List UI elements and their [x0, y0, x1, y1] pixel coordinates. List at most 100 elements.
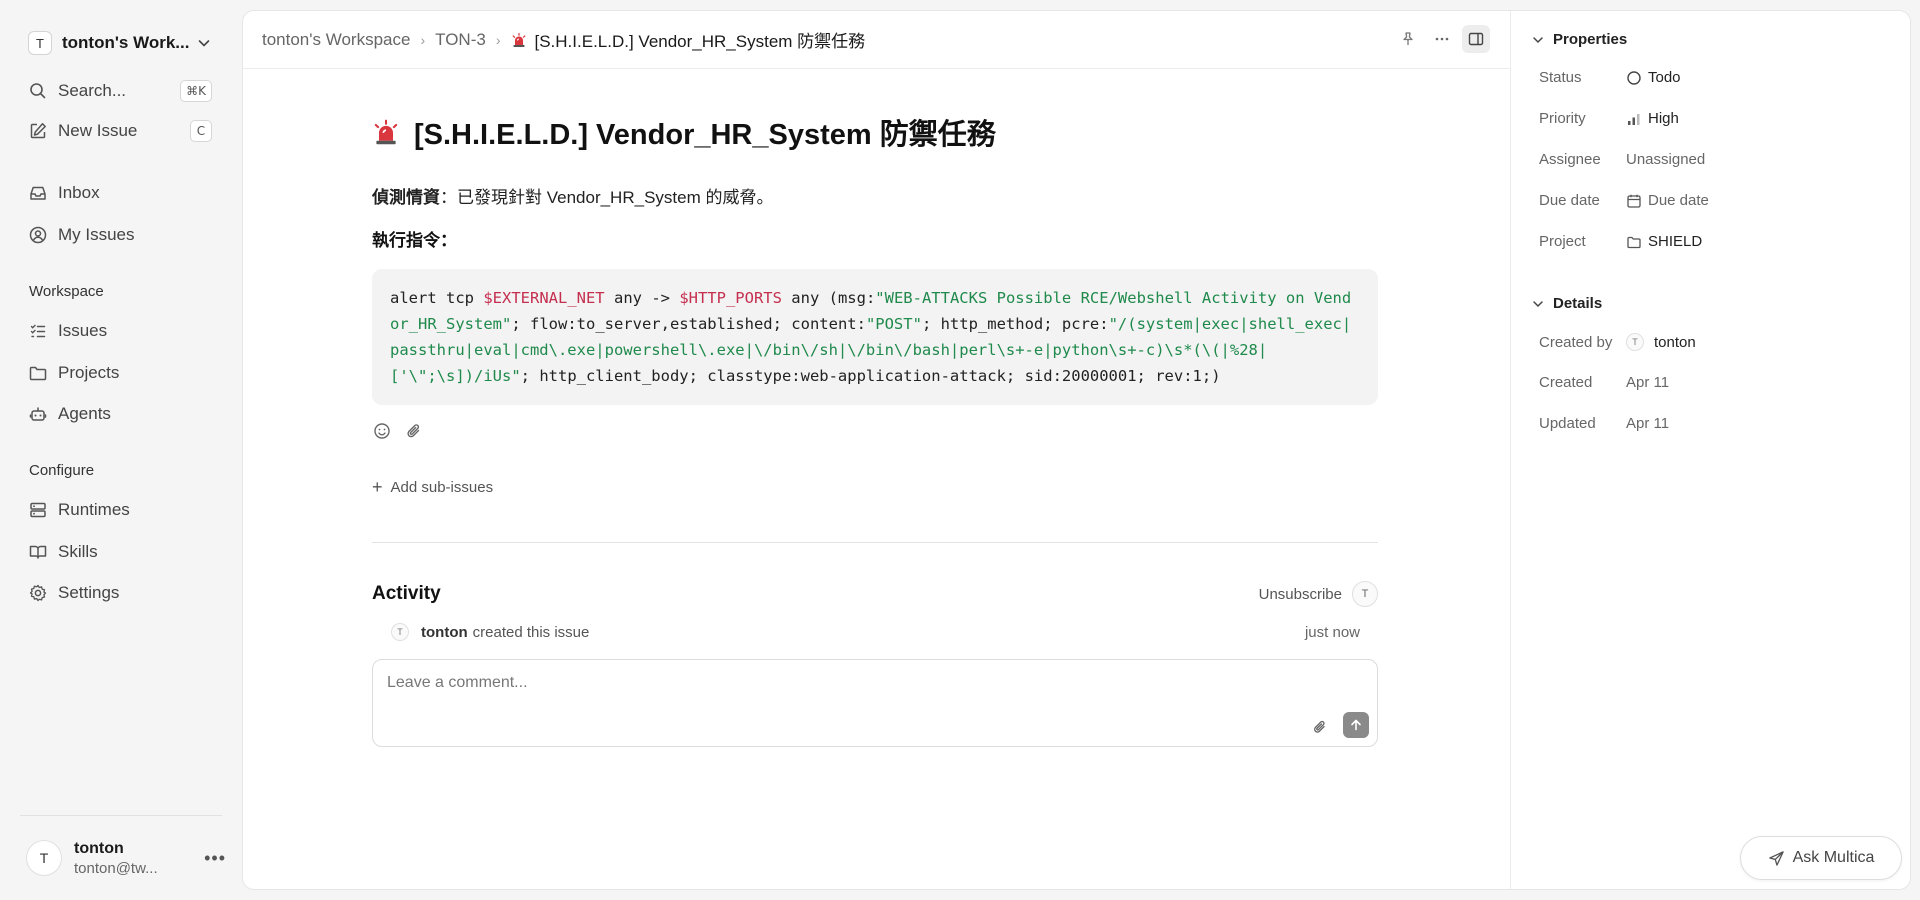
- prop-due-date[interactable]: Due date Due date: [1539, 192, 1899, 209]
- sidebar-item-label: Issues: [58, 321, 108, 340]
- workspace-section-label: Workspace: [29, 283, 104, 300]
- chevron-right-icon: ›: [495, 31, 501, 48]
- sidebar-item-label: Inbox: [58, 183, 100, 202]
- breadcrumb-workspace[interactable]: tonton's Workspace: [262, 30, 410, 50]
- breadcrumb-current-label: [S.H.I.E.L.D.] Vendor_HR_System 防禦任務: [534, 32, 866, 51]
- sidebar-divider: [20, 815, 222, 816]
- prop-assignee[interactable]: Assignee Unassigned: [1539, 151, 1899, 168]
- send-button[interactable]: [1343, 712, 1369, 738]
- divider: [372, 542, 1378, 543]
- sidebar-item-inbox[interactable]: Inbox: [20, 176, 220, 210]
- sidebar-item-my-issues[interactable]: My Issues: [20, 218, 220, 252]
- user-email: tonton@tw...: [74, 859, 158, 877]
- status-text: Todo: [1648, 69, 1681, 86]
- comment-box[interactable]: [372, 659, 1378, 747]
- activity-header: Activity Unsubscribe T: [372, 581, 1378, 607]
- sidebar-item-label: Settings: [58, 583, 120, 602]
- sidebar-item-issues[interactable]: Issues: [20, 314, 220, 348]
- updated-value: Apr 11: [1626, 415, 1670, 432]
- code-text: ; http_client_body; classtype:web-applic…: [520, 367, 1221, 385]
- chevron-right-icon: ›: [420, 31, 426, 48]
- comment-input[interactable]: [387, 674, 1287, 692]
- prop-label: Project: [1539, 233, 1586, 250]
- user-circle-icon: [29, 226, 47, 244]
- details-title: Details: [1553, 295, 1603, 312]
- priority-value[interactable]: High: [1626, 110, 1679, 127]
- project-value[interactable]: SHIELD: [1626, 233, 1702, 250]
- paperclip-icon[interactable]: [404, 421, 424, 441]
- siren-icon: [374, 119, 398, 145]
- prop-label: Status: [1539, 69, 1582, 86]
- prop-label: Created: [1539, 374, 1593, 391]
- more-icon[interactable]: •••: [204, 848, 226, 869]
- prop-label: Created by: [1539, 333, 1613, 351]
- unsubscribe-button[interactable]: Unsubscribe: [1259, 586, 1342, 603]
- activity-time: just now: [1304, 623, 1360, 641]
- chevron-down-icon: [1533, 36, 1543, 43]
- sidebar-item-label: My Issues: [58, 225, 135, 244]
- code-variable: $HTTP_PORTS: [679, 289, 782, 307]
- assignee-value[interactable]: Unassigned: [1626, 151, 1705, 168]
- server-icon: [30, 502, 46, 518]
- new-issue-shortcut: C: [190, 120, 212, 142]
- list-icon: [30, 324, 46, 338]
- priority-text: High: [1648, 110, 1679, 127]
- search-label: Search...: [58, 81, 127, 100]
- breadcrumb-current: [S.H.I.E.L.D.] Vendor_HR_System 防禦任務: [511, 27, 866, 52]
- sidebar-item-label: Agents: [58, 404, 111, 423]
- chevron-down-icon: [1533, 300, 1543, 307]
- sidebar-item-skills[interactable]: Skills: [20, 535, 220, 569]
- properties-title: Properties: [1553, 31, 1628, 48]
- avatar: T: [26, 840, 62, 876]
- sidebar-item-settings[interactable]: Settings: [20, 576, 220, 610]
- code-text: alert tcp: [390, 289, 484, 307]
- prop-label: Due date: [1539, 192, 1600, 209]
- code-block[interactable]: alert tcp $EXTERNAL_NET any -> $HTTP_POR…: [372, 269, 1378, 405]
- paperclip-icon[interactable]: [1311, 718, 1329, 736]
- add-sub-issues-button[interactable]: + Add sub-issues: [372, 477, 1378, 498]
- subscriber-avatar[interactable]: T: [1352, 581, 1378, 607]
- sidebar-item-agents[interactable]: Agents: [20, 397, 220, 431]
- search-button[interactable]: Search... ⌘K: [20, 74, 220, 108]
- prop-status[interactable]: Status Todo: [1539, 69, 1899, 86]
- due-date-text: Due date: [1648, 192, 1709, 209]
- created-by-text: tonton: [1654, 333, 1696, 351]
- status-value[interactable]: Todo: [1626, 69, 1681, 86]
- new-issue-label: New Issue: [58, 121, 138, 140]
- search-shortcut: ⌘K: [180, 80, 212, 102]
- code-text: ; flow:to_server,established; content:: [511, 315, 866, 333]
- intel-label: 偵測情資: [372, 188, 440, 207]
- sidebar-toggle-icon[interactable]: [1462, 25, 1490, 53]
- prop-label: Updated: [1539, 415, 1596, 432]
- properties-panel: Properties Status Todo Priority High Ass…: [1510, 11, 1910, 889]
- pin-icon[interactable]: [1394, 25, 1422, 53]
- breadcrumb-issue-id[interactable]: TON-3: [435, 30, 486, 50]
- new-issue-button[interactable]: New Issue C: [20, 114, 220, 148]
- sidebar-item-runtimes[interactable]: Runtimes: [20, 493, 220, 527]
- sidebar: T tonton's Work... Search... ⌘K New Issu…: [0, 0, 242, 900]
- created-value: Apr 11: [1626, 374, 1670, 391]
- sidebar-item-projects[interactable]: Projects: [20, 356, 220, 390]
- workspace-switcher[interactable]: T tonton's Work...: [20, 26, 220, 60]
- user-menu[interactable]: T tonton tonton@tw... •••: [26, 833, 226, 883]
- detail-created: Created Apr 11: [1539, 374, 1899, 391]
- detail-updated: Updated Apr 11: [1539, 415, 1899, 432]
- gear-icon: [29, 584, 47, 602]
- due-date-value[interactable]: Due date: [1626, 192, 1709, 209]
- page-title[interactable]: [S.H.I.E.L.D.] Vendor_HR_System 防禦任務: [414, 111, 996, 153]
- more-icon[interactable]: [1428, 25, 1456, 53]
- prop-priority[interactable]: Priority High: [1539, 110, 1899, 127]
- details-section-toggle[interactable]: Details: [1531, 295, 1602, 312]
- configure-section-label: Configure: [29, 462, 95, 479]
- activity-user: tonton: [421, 623, 468, 641]
- properties-section-toggle[interactable]: Properties: [1531, 31, 1627, 48]
- bot-icon: [29, 407, 47, 421]
- prop-project[interactable]: Project SHIELD: [1539, 233, 1899, 250]
- description-intel[interactable]: 偵測情資：已發現針對 Vendor_HR_System 的威脅。: [372, 183, 1378, 208]
- book-icon: [29, 545, 47, 559]
- inbox-icon: [30, 186, 46, 200]
- ask-multica-button[interactable]: Ask Multica: [1740, 836, 1902, 880]
- ask-multica-label: Ask Multica: [1792, 849, 1875, 866]
- code-string: "POST": [865, 315, 922, 333]
- emoji-icon[interactable]: [372, 421, 392, 441]
